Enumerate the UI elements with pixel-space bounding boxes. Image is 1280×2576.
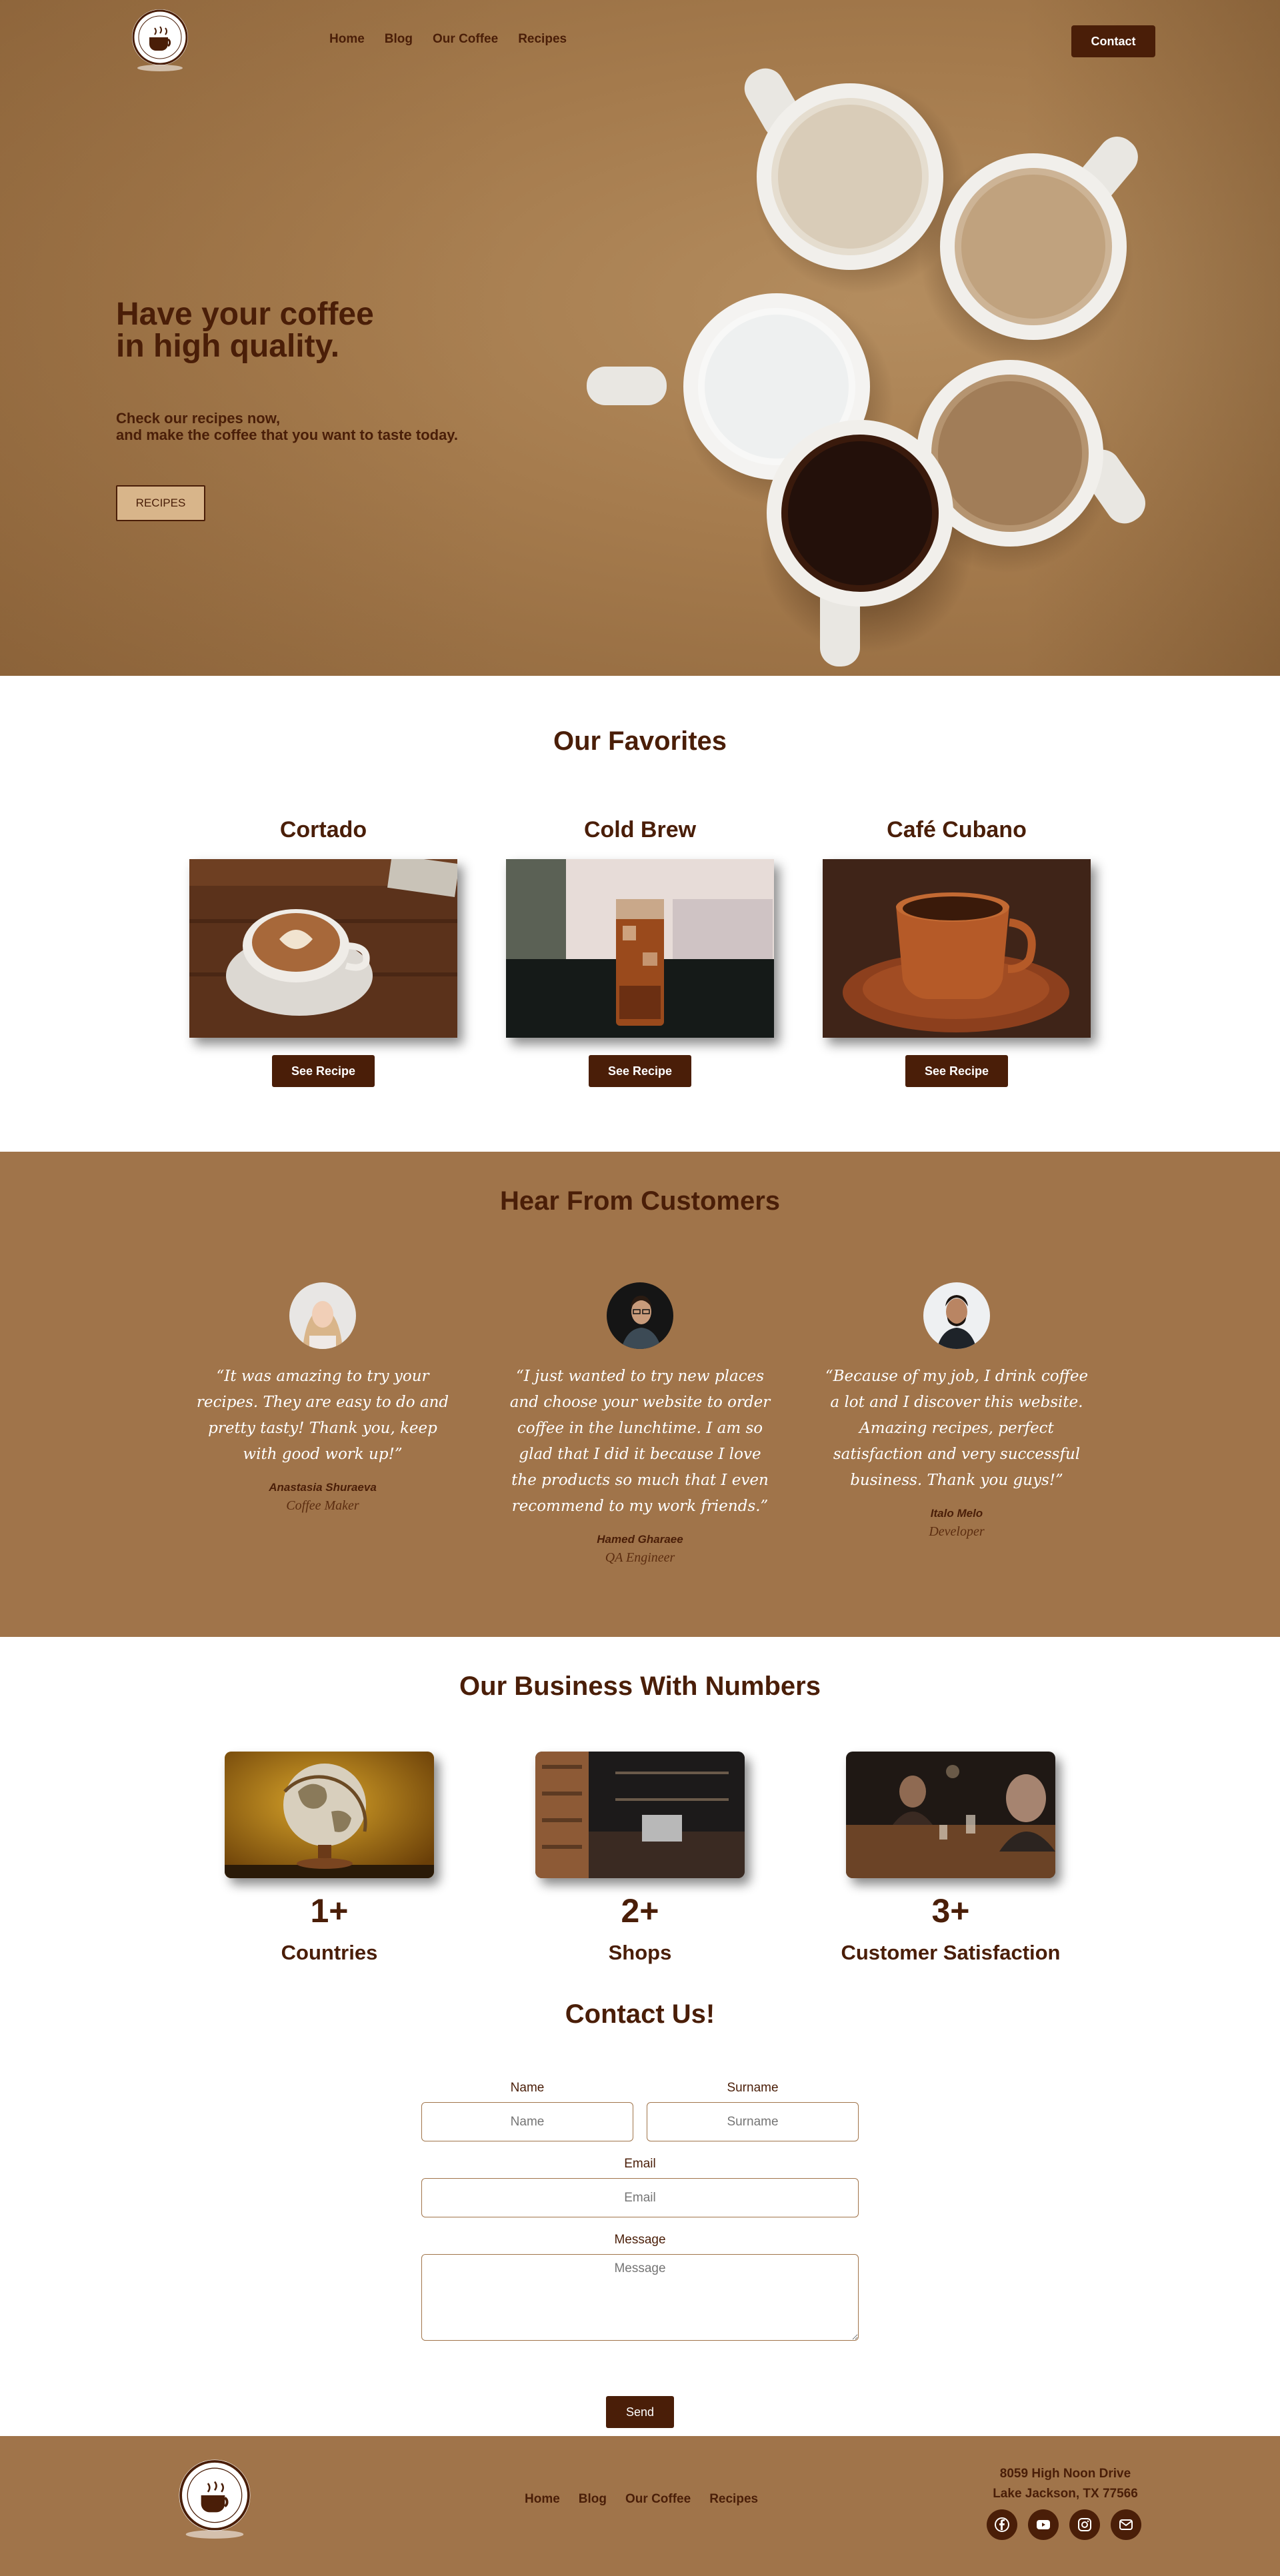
testimonial-card: “It was amazing to try your recipes. The… [189,1282,456,1514]
testimonial-quote: “It was amazing to try your recipes. The… [196,1368,449,1463]
number-label: Shops [608,1941,672,1964]
number-value: 1+ [310,1892,349,1930]
testimonial-role: Coffee Maker [286,1498,359,1513]
testimonial-name: Anastasia Shuraeva [269,1481,377,1494]
number-card: 2+ Shops [500,1752,780,1965]
nav-recipes-link[interactable]: Recipes [518,32,567,47]
social-links [987,2509,1141,2540]
number-value: 3+ [931,1892,970,1930]
numbers-section: Our Business With Numbers 1+ Countries 2… [0,1637,1280,1987]
message-textarea[interactable] [421,2254,859,2341]
coffee-cups-image [587,68,1145,666]
testimonial-card: “I just wanted to try new places and cho… [507,1282,773,1566]
youtube-icon[interactable] [1028,2509,1059,2540]
address-line2: Lake Jackson, TX 77566 [993,2487,1138,2501]
avatar [923,1282,990,1349]
testimonial-card: “Because of my job, I drink coffee a lot… [823,1282,1090,1540]
footer-address: 8059 High Noon Drive Lake Jackson, TX 77… [947,2464,1184,2504]
see-recipe-button[interactable]: See Recipe [905,1055,1008,1087]
top-nav: Home Blog Our Coffee Recipes Contact [0,0,1280,80]
favorite-name: Cold Brew [583,817,697,842]
footer-logo-icon[interactable] [177,2457,252,2540]
contact-title: Contact Us! [565,1999,715,2029]
nav-links: Home Blog Our Coffee Recipes [329,32,567,47]
number-label: Countries [281,1941,378,1964]
hero-title: Have your coffee in high quality. [116,299,463,363]
cafe-cubano-image [823,859,1091,1038]
facebook-icon[interactable] [987,2509,1017,2540]
footer-recipes-link[interactable]: Recipes [709,2492,758,2507]
favorite-card: Cold Brew See Recipe [506,817,774,1087]
testimonial-name: Italo Melo [930,1507,983,1520]
cortado-image [189,859,457,1038]
see-recipe-button[interactable]: See Recipe [589,1055,691,1087]
number-card: 3+ Customer Satisfaction [811,1752,1091,1965]
footer-our-coffee-link[interactable]: Our Coffee [625,2492,691,2507]
recipes-button[interactable]: RECIPES [116,485,205,521]
nav-our-coffee-link[interactable]: Our Coffee [433,32,498,47]
favorite-name: Cortado [279,817,367,842]
surname-label: Surname [727,2081,779,2095]
email-input[interactable] [421,2178,859,2217]
hero-subtitle-line2: and make the coffee that you want to tas… [116,427,459,443]
footer-blog-link[interactable]: Blog [579,2492,607,2507]
testimonials-title: Hear From Customers [499,1186,781,1216]
hero-section: Home Blog Our Coffee Recipes Contact Hav… [0,0,1280,676]
name-input[interactable] [421,2102,633,2141]
send-button[interactable]: Send [606,2396,674,2428]
number-card: 1+ Countries [189,1752,469,1965]
hero-title-line2: in high quality. [116,329,340,364]
contact-button[interactable]: Contact [1071,25,1155,57]
footer-home-link[interactable]: Home [525,2492,560,2507]
numbers-title: Our Business With Numbers [459,1672,821,1701]
favorites-section: Our Favorites Cortado See Recipe Cold Br… [0,676,1280,1152]
surname-input[interactable] [647,2102,859,2141]
hero-subtitle-line1: Check our recipes now, [116,410,281,427]
testimonial-name: Hamed Gharaee [597,1533,683,1546]
footer-links: Home Blog Our Coffee Recipes [525,2492,758,2507]
testimonial-role: Developer [929,1524,985,1539]
favorite-card: Café Cubano See Recipe [823,817,1091,1087]
email-label: Email [624,2157,656,2171]
nav-home-link[interactable]: Home [329,32,365,47]
mail-icon[interactable] [1111,2509,1141,2540]
testimonial-role: QA Engineer [605,1550,675,1565]
avatar [289,1282,356,1349]
testimonial-quote: “I just wanted to try new places and cho… [509,1368,771,1515]
cold-brew-image [506,859,774,1038]
address-line1: 8059 High Noon Drive [999,2467,1131,2481]
hero-subtitle: Check our recipes now, and make the coff… [116,410,583,443]
message-label: Message [614,2233,666,2247]
number-label: Customer Satisfaction [841,1941,1061,1964]
favorite-name: Café Cubano [887,817,1027,842]
nav-blog-link[interactable]: Blog [385,32,413,47]
name-label: Name [510,2081,545,2095]
favorite-card: Cortado See Recipe [189,817,457,1087]
customers-image [846,1752,1055,1878]
testimonials-section: Hear From Customers “It was amazing to t… [0,1152,1280,1637]
hero-title-line1: Have your coffee [116,297,374,332]
globe-image [225,1752,434,1878]
number-value: 2+ [621,1892,659,1930]
see-recipe-button[interactable]: See Recipe [272,1055,375,1087]
testimonial-quote: “Because of my job, I drink coffee a lot… [825,1368,1089,1489]
avatar [607,1282,673,1349]
favorites-title: Our Favorites [553,726,727,756]
shop-image [535,1752,745,1878]
contact-section: Contact Us! Name Surname Email Message S… [0,1987,1280,2436]
footer: Home Blog Our Coffee Recipes 8059 High N… [0,2436,1280,2576]
logo-icon[interactable] [131,8,189,72]
instagram-icon[interactable] [1069,2509,1100,2540]
